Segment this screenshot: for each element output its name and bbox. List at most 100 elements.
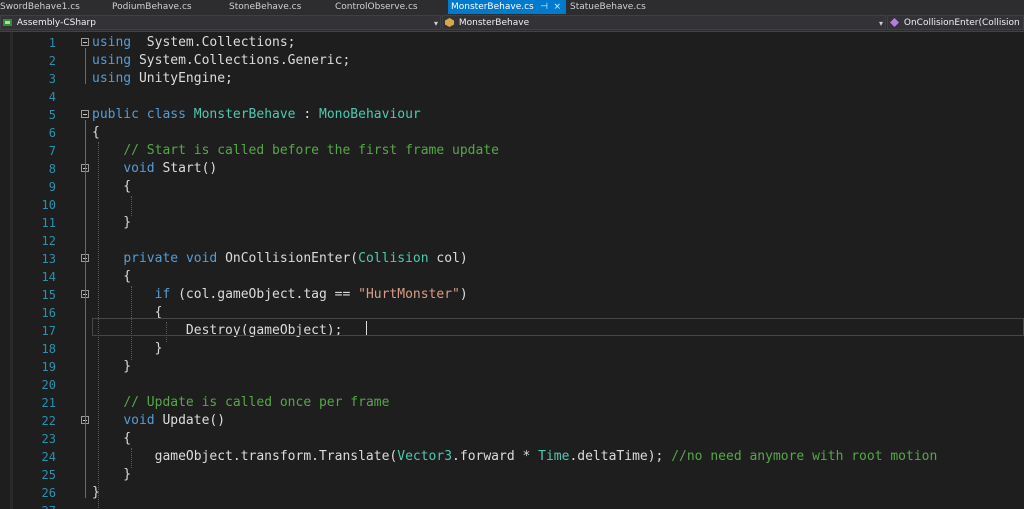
code-token: Update() (154, 413, 226, 428)
line-number: 10 (41, 198, 56, 212)
code-line[interactable]: 7 // Start is called before the first fr… (0, 142, 1024, 160)
code-line[interactable]: 2 using System.Collections.Generic; (0, 52, 1024, 70)
code-editor[interactable]: 1 using System.Collections; 2 using System.… (0, 32, 1024, 509)
code-token: using (92, 35, 132, 50)
line-number: 21 (41, 396, 56, 410)
code-token: (col.gameObject.tag == (170, 287, 359, 302)
code-token: Collision (358, 251, 429, 266)
csharp-project-icon (3, 18, 12, 26)
code-line[interactable]: 12 (0, 232, 1024, 250)
line-number: 25 (41, 468, 56, 482)
code-token: private (123, 251, 179, 266)
code-line[interactable]: 20 (0, 376, 1024, 394)
code-token: .deltaTime); (569, 449, 672, 464)
code-text: // Start is called before the first fram… (92, 142, 499, 160)
tab-stone-behave[interactable]: StoneBehave.cs (229, 0, 335, 14)
code-token: col) (428, 251, 468, 266)
line-number: 2 (48, 54, 56, 68)
line-number: 23 (41, 432, 56, 446)
code-line[interactable]: 9 { (0, 178, 1024, 196)
collapse-icon[interactable] (81, 38, 89, 46)
close-icon[interactable]: × (553, 0, 561, 14)
class-dropdown[interactable]: MonsterBehave ▾ (442, 15, 886, 30)
code-token: MonoBehaviour (319, 107, 421, 122)
line-number: 13 (41, 252, 56, 266)
tab-label: StoneBehave.cs (229, 2, 302, 12)
line-number: 24 (41, 450, 56, 464)
code-line[interactable]: 13 private void OnCollisionEnter(Collisi… (0, 250, 1024, 268)
tab-sword-behave[interactable]: SwordBehave1.cs (0, 0, 112, 14)
line-number: 14 (41, 270, 56, 284)
code-token: //no need anymore with root motion (671, 449, 938, 464)
code-line[interactable]: 24 gameObject.transform.Translate(Vector… (0, 448, 1024, 466)
code-line[interactable]: 21 // Update is called once per frame (0, 394, 1024, 412)
line-number: 5 (48, 108, 56, 122)
tab-monster-behave[interactable]: MonsterBehave.cs ⊣ × (448, 0, 566, 14)
code-line[interactable]: 14 { (0, 268, 1024, 286)
code-token: "HurtMonster" (358, 287, 460, 302)
code-token: Start() (154, 161, 218, 176)
indent-guide (131, 448, 132, 468)
tab-bar: SwordBehave1.cs PodiumBehave.cs StoneBeh… (0, 0, 1024, 15)
code-line[interactable]: 3 using UnityEngine; (0, 70, 1024, 88)
code-line[interactable]: 6{ (0, 124, 1024, 142)
current-line-highlight (92, 318, 1024, 336)
code-token: System.Collections; (131, 35, 296, 50)
line-number: 17 (41, 324, 56, 338)
code-line[interactable]: 19 } (0, 358, 1024, 376)
collapse-icon[interactable] (81, 110, 89, 118)
tab-label: SwordBehave1.cs (0, 2, 80, 12)
tab-label: PodiumBehave.cs (112, 2, 192, 12)
method-icon (890, 17, 899, 27)
code-line[interactable]: 25 } (0, 466, 1024, 484)
code-token: class (146, 107, 186, 122)
code-token: // Start is called before the first fram… (123, 143, 499, 158)
text-caret (366, 321, 367, 335)
tab-statue-behave[interactable]: StatueBehave.cs (566, 0, 666, 14)
code-token: using (92, 71, 132, 86)
code-line[interactable]: 10 (0, 196, 1024, 214)
code-line[interactable]: 22 void Update() (0, 412, 1024, 430)
code-line[interactable]: 4 (0, 88, 1024, 106)
line-number: 16 (41, 306, 56, 320)
code-line[interactable]: 18 } (0, 340, 1024, 358)
line-number: 7 (48, 144, 56, 158)
tab-label: ControlObserve.cs (335, 2, 418, 12)
code-text: } (92, 340, 163, 358)
code-token: if (154, 287, 171, 302)
line-number: 9 (48, 180, 56, 194)
project-dropdown[interactable]: Assembly-CSharp ▾ (0, 15, 441, 30)
class-name: MonsterBehave (458, 18, 530, 28)
tab-control-observe[interactable]: ControlObserve.cs (335, 0, 448, 14)
code-line[interactable]: 1 using System.Collections; (0, 34, 1024, 52)
code-text: // Update is called once per frame (92, 394, 389, 412)
code-line[interactable]: 23 { (0, 430, 1024, 448)
code-text: public class MonsterBehave : MonoBehavio… (92, 106, 421, 124)
code-token: MonsterBehave (193, 107, 296, 122)
code-token: void (185, 251, 218, 266)
code-line[interactable]: 8 void Start() (0, 160, 1024, 178)
outline-line (85, 426, 86, 480)
tab-podium-behave[interactable]: PodiumBehave.cs (112, 0, 229, 14)
code-line[interactable]: 15 if (col.gameObject.tag == "HurtMonste… (0, 286, 1024, 304)
navigation-bar: Assembly-CSharp ▾ MonsterBehave ▾ OnColl… (0, 14, 1024, 32)
tab-label: MonsterBehave.cs (451, 2, 534, 12)
indent-guide (131, 196, 132, 216)
code-line[interactable]: 27 (0, 502, 1024, 509)
member-dropdown[interactable]: OnCollisionEnter(Collision col) (887, 15, 1024, 30)
code-line[interactable]: 11 } (0, 214, 1024, 232)
line-number: 27 (0, 502, 56, 509)
code-line[interactable]: 5 public class MonsterBehave : MonoBehavi… (0, 106, 1024, 124)
code-token: void (123, 413, 155, 428)
code-token: } (92, 341, 163, 356)
code-line[interactable]: 26} (0, 484, 1024, 502)
project-name: Assembly-CSharp (16, 18, 96, 28)
pin-icon[interactable]: ⊣ (540, 0, 548, 14)
line-number: 18 (41, 342, 56, 356)
